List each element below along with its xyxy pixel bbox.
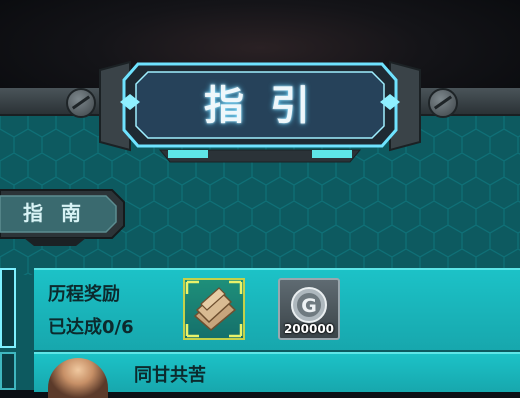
- reward-item-wood[interactable]: [183, 278, 245, 340]
- reward-coin-count: 200000: [283, 322, 335, 336]
- title-plate: 指引: [110, 56, 410, 161]
- avatar: [48, 358, 108, 398]
- next-row-title: 同甘共苦: [134, 365, 206, 386]
- svg-text:G: G: [301, 295, 317, 317]
- tab-guide-label: 指南: [23, 200, 99, 225]
- progress-reward-row[interactable]: 历程奖励 已达成0/6 G 200000: [34, 268, 520, 350]
- wood-plank-icon: [185, 280, 243, 338]
- next-reward-row[interactable]: 同甘共苦: [34, 352, 520, 398]
- tab-guide[interactable]: 指南: [0, 186, 128, 248]
- reward-row-title: 历程奖励: [48, 284, 120, 305]
- page-title: 指引: [204, 83, 336, 129]
- left-nav-strip[interactable]: [0, 268, 16, 348]
- reward-item-coin[interactable]: G 200000: [278, 278, 340, 340]
- reward-row-status: 已达成0/6: [48, 317, 134, 338]
- left-nav-strip-2[interactable]: [0, 352, 16, 390]
